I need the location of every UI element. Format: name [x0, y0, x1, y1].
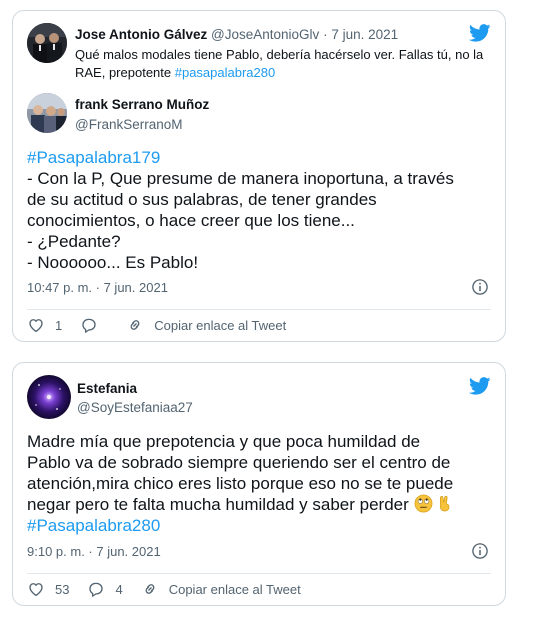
- copy-link-button[interactable]: Copiar enlace al Tweet: [141, 580, 301, 598]
- tweet-text-line-emoji: negar pero te falta mucha humildad y sab…: [27, 494, 497, 515]
- like-count: 1: [55, 317, 63, 333]
- eye-roll-emoji: [414, 494, 432, 513]
- tweet-date[interactable]: 7 jun. 2021: [331, 27, 398, 42]
- tweet-timestamp[interactable]: 9:10 p. m. · 7 jun. 2021: [27, 544, 161, 559]
- tweet-text-line: atención,mira chico eres listo porque es…: [27, 474, 454, 493]
- quoted-text-line: de su actitud o sus palabras, de tener g…: [27, 190, 377, 209]
- tweet-header: Jose Antonio Gálvez @JoseAntonioGlv · 7 …: [75, 27, 398, 42]
- hashtag-link[interactable]: #Pasapalabra280: [27, 515, 497, 536]
- quoted-text-line: conocimientos, o hace creer que los tien…: [27, 211, 355, 230]
- victory-hand-emoji: [439, 495, 449, 512]
- twitter-bird-icon[interactable]: [469, 377, 491, 395]
- tweet-text: Madre mía que prepotencia y que poca hum…: [27, 431, 497, 536]
- tweet-text-line: negar pero te falta mucha humildad y sab…: [27, 495, 414, 514]
- copy-link-label: Copiar enlace al Tweet: [168, 581, 301, 597]
- quoted-author-name[interactable]: frank Serrano Muñoz: [75, 97, 209, 112]
- author-handle[interactable]: @SoyEstefaniaa27: [77, 400, 193, 415]
- tweet-timestamp[interactable]: 10:47 p. m. · 7 jun. 2021: [27, 280, 168, 295]
- like-count: 53: [55, 581, 70, 597]
- avatar-jose[interactable]: [27, 23, 67, 63]
- author-handle[interactable]: @JoseAntonioGlv: [211, 27, 319, 42]
- reply-icon: [89, 582, 104, 597]
- info-icon[interactable]: [471, 542, 489, 560]
- quoted-tweet-text: #Pasapalabra179 - Con la P, Que presume …: [27, 147, 497, 273]
- quoted-text-line: - Con la P, Que presume de manera inopor…: [27, 169, 454, 188]
- like-button[interactable]: 1: [27, 316, 62, 334]
- reply-button[interactable]: 4: [87, 580, 123, 598]
- embedded-tweet-estefania[interactable]: Estefania @SoyEstefaniaa27 Madre mía que…: [12, 362, 506, 606]
- twitter-bird-icon[interactable]: [469, 24, 491, 42]
- tweet-actions: 53 4 Copiar enlace al Tweet: [27, 580, 319, 598]
- reply-button[interactable]: [80, 316, 108, 334]
- copy-link-button[interactable]: Copiar enlace al Tweet: [126, 316, 286, 334]
- reply-count: 4: [115, 581, 123, 597]
- quoted-text-line: - ¿Pedante?: [27, 232, 121, 251]
- quoted-text-line: - Noooooo... Es Pablo!: [27, 253, 199, 272]
- link-icon: [130, 320, 140, 330]
- tweet-text: Qué malos modales tiene Pablo, debería h…: [75, 46, 485, 82]
- hashtag-link[interactable]: #pasapalabra280: [175, 65, 275, 80]
- heart-icon: [29, 583, 43, 597]
- divider: [27, 573, 491, 574]
- like-button[interactable]: 53: [27, 580, 69, 598]
- embedded-tweet-jose[interactable]: Jose Antonio Gálvez @JoseAntonioGlv · 7 …: [12, 10, 506, 342]
- avatar-estefania[interactable]: [27, 375, 71, 419]
- copy-link-label: Copiar enlace al Tweet: [154, 317, 287, 333]
- hashtag-link[interactable]: #Pasapalabra179: [27, 147, 497, 168]
- separator-dot: ·: [323, 27, 328, 42]
- avatar-frank[interactable]: [27, 93, 67, 133]
- tweet-text-body: Qué malos modales tiene Pablo, debería h…: [75, 47, 484, 80]
- author-name[interactable]: Jose Antonio Gálvez: [75, 27, 207, 42]
- info-icon[interactable]: [471, 278, 489, 296]
- heart-icon: [29, 319, 43, 333]
- quoted-author-handle[interactable]: @FrankSerranoM: [75, 117, 183, 132]
- divider: [27, 309, 491, 310]
- reply-icon: [82, 318, 96, 333]
- tweet-actions: 1 Copiar enlace al Tweet: [27, 316, 304, 334]
- tweet-text-line: Madre mía que prepotencia y que poca hum…: [27, 432, 421, 451]
- tweet-text-line: Pablo va de sobrado siempre queriendo se…: [27, 453, 451, 472]
- link-icon: [145, 584, 155, 594]
- author-name[interactable]: Estefania: [77, 381, 137, 396]
